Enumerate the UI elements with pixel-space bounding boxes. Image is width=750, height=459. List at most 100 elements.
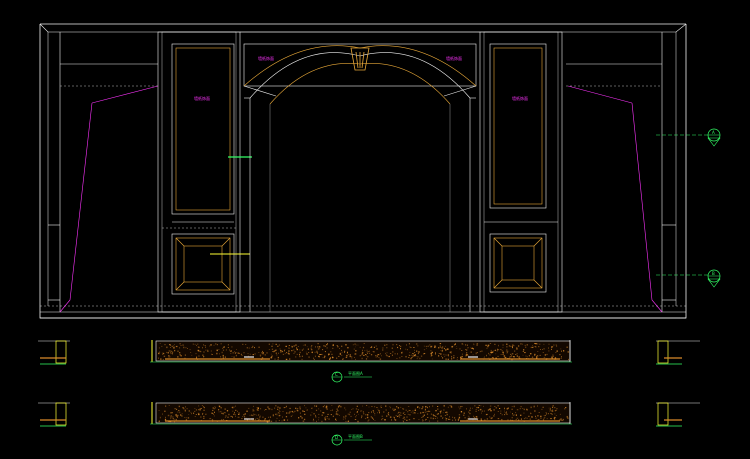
hatch-speck xyxy=(162,353,164,355)
hatch-speck xyxy=(198,355,200,357)
hatch-speck xyxy=(166,351,168,353)
hatch-speck xyxy=(506,408,509,410)
hatch-speck xyxy=(318,408,320,410)
hatch-speck xyxy=(328,354,329,356)
hatch-speck xyxy=(424,411,426,413)
hatch-speck xyxy=(363,354,365,356)
hatch-speck xyxy=(203,418,205,419)
hatch-speck xyxy=(373,411,375,413)
hatch-speck xyxy=(341,354,343,356)
hatch-speck xyxy=(323,412,325,414)
hatch-speck xyxy=(555,358,557,360)
hatch-speck xyxy=(277,358,278,360)
hatch-speck xyxy=(284,349,286,350)
hatch-speck xyxy=(486,354,487,357)
hatch-speck xyxy=(434,418,437,419)
hatch-speck xyxy=(385,354,387,356)
hatch-speck xyxy=(210,350,212,352)
hatch-speck xyxy=(423,349,426,351)
hatch-speck xyxy=(203,351,205,353)
plan-b-label: 平面图B xyxy=(348,433,363,439)
hatch-speck xyxy=(258,352,260,353)
hatch-speck xyxy=(318,419,319,421)
hatch-speck xyxy=(543,356,546,358)
hatch-speck xyxy=(399,357,401,359)
hatch-speck xyxy=(355,344,357,346)
hatch-speck xyxy=(546,418,548,420)
hatch-speck xyxy=(463,414,465,416)
hatch-speck xyxy=(512,356,514,358)
hatch-speck xyxy=(485,420,486,422)
hatch-speck xyxy=(198,350,201,352)
hatch-speck xyxy=(170,352,171,354)
hatch-speck xyxy=(167,352,169,354)
hatch-speck xyxy=(179,352,181,353)
hatch-speck xyxy=(289,411,291,413)
hatch-speck xyxy=(535,346,537,348)
hatch-speck xyxy=(438,353,440,354)
hatch-speck xyxy=(403,411,405,413)
hatch-speck xyxy=(440,410,442,412)
hatch-speck xyxy=(354,419,357,420)
hatch-speck xyxy=(221,419,223,421)
hatch-speck xyxy=(194,416,196,417)
hatch-speck xyxy=(506,349,508,351)
hatch-speck xyxy=(416,358,418,360)
hatch-speck xyxy=(516,417,519,419)
hatch-speck xyxy=(279,407,281,409)
hatch-speck xyxy=(269,420,270,422)
hatch-speck xyxy=(410,357,412,360)
hatch-speck xyxy=(548,343,550,345)
hatch-speck xyxy=(291,350,293,352)
hatch-speck xyxy=(299,412,301,414)
hatch-speck xyxy=(212,409,214,411)
hatch-speck xyxy=(545,412,547,414)
hatch-speck xyxy=(460,411,463,413)
hatch-speck xyxy=(487,344,489,347)
hatch-speck xyxy=(534,343,536,344)
hatch-speck xyxy=(168,420,170,422)
hatch-speck xyxy=(440,415,442,417)
hatch-speck xyxy=(530,346,532,348)
hatch-speck xyxy=(498,344,499,347)
hatch-speck xyxy=(199,409,201,411)
hatch-speck xyxy=(377,355,378,357)
hatch-speck xyxy=(254,418,256,421)
hatch-speck xyxy=(397,346,399,349)
hatch-speck xyxy=(288,347,289,349)
hatch-speck xyxy=(419,357,421,359)
hatch-speck xyxy=(481,350,483,352)
hatch-speck xyxy=(331,356,333,359)
hatch-speck xyxy=(372,351,374,352)
hatch-speck xyxy=(218,405,220,407)
hatch-speck xyxy=(399,414,401,416)
hatch-speck xyxy=(527,358,529,360)
hatch-speck xyxy=(370,354,373,356)
hatch-speck xyxy=(466,408,467,410)
hatch-speck xyxy=(437,413,439,415)
hatch-speck xyxy=(426,347,427,349)
hatch-speck xyxy=(351,356,353,358)
hatch-speck xyxy=(553,417,555,419)
hatch-speck xyxy=(327,413,329,415)
hatch-speck xyxy=(335,411,338,413)
hatch-speck xyxy=(445,418,448,419)
hatch-speck xyxy=(394,409,396,411)
hatch-speck xyxy=(190,352,192,353)
hatch-speck xyxy=(297,346,299,347)
hatch-speck xyxy=(376,356,378,358)
hatch-speck xyxy=(427,345,429,347)
hatch-speck xyxy=(389,406,391,407)
hatch-speck xyxy=(378,410,380,412)
hatch-speck xyxy=(410,347,412,348)
hatch-speck xyxy=(361,417,362,419)
hatch-speck xyxy=(256,414,257,416)
hatch-speck xyxy=(432,414,434,416)
hatch-speck xyxy=(260,408,262,410)
hatch-speck xyxy=(432,417,434,420)
hatch-speck xyxy=(529,418,531,420)
hatch-speck xyxy=(288,350,290,352)
hatch-speck xyxy=(540,349,541,350)
hatch-speck xyxy=(543,417,545,419)
hatch-speck xyxy=(516,353,518,355)
